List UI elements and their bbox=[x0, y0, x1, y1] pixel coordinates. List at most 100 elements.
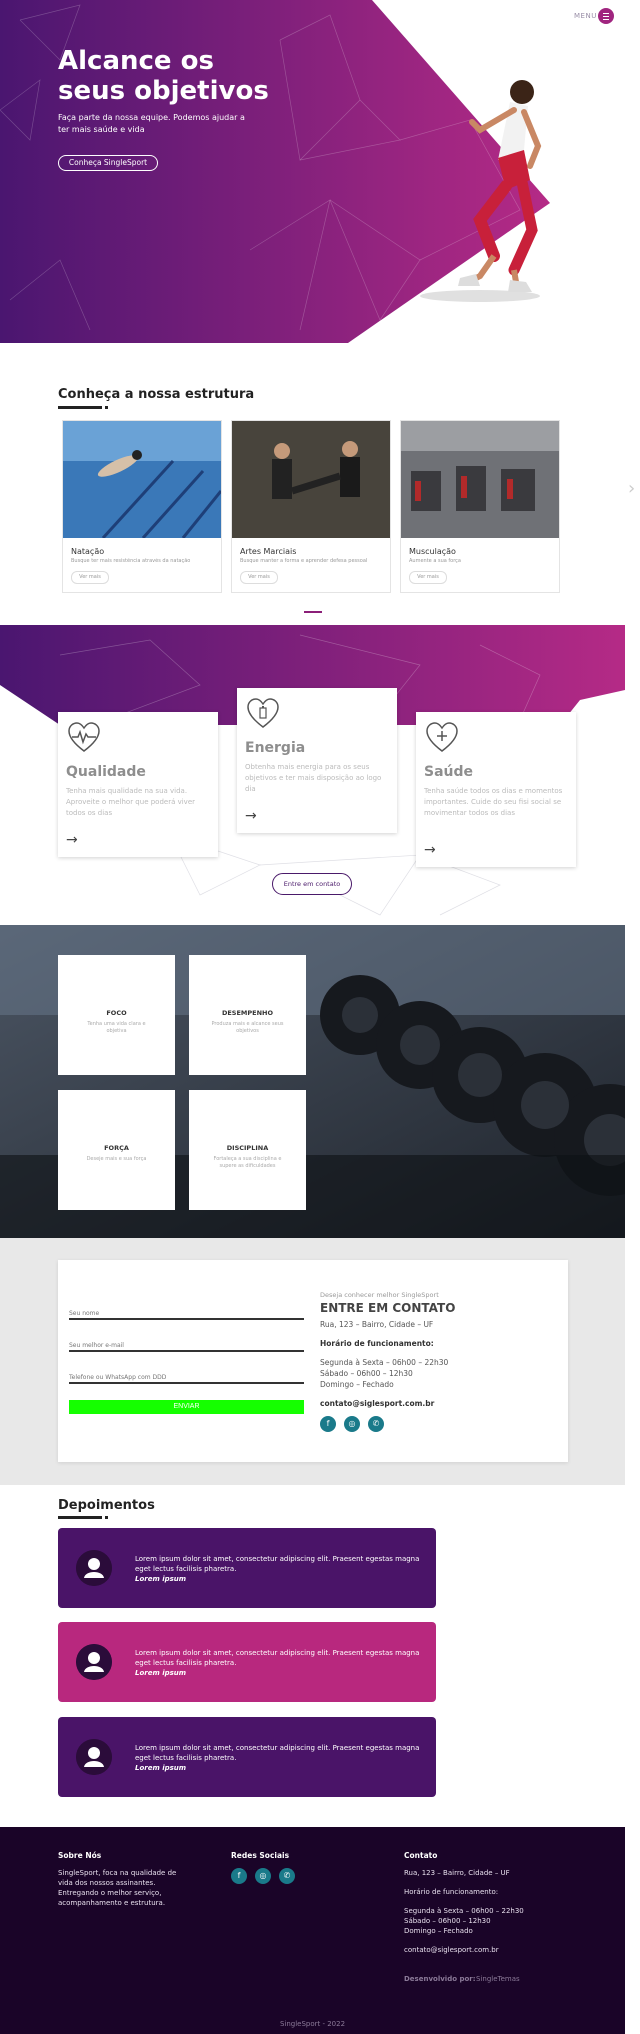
structure-card-artes-marciais: Artes Marciais Busque manter a forma e a… bbox=[231, 420, 391, 593]
feature-card-qualidade: Qualidade Tenha mais qualidade na sua vi… bbox=[58, 712, 218, 857]
card-more-button[interactable]: Ver mais bbox=[240, 571, 278, 584]
instagram-icon[interactable]: ◎ bbox=[255, 1868, 271, 1884]
title-underline-dot bbox=[105, 1516, 108, 1519]
card-more-button[interactable]: Ver mais bbox=[409, 571, 447, 584]
arrow-right-icon[interactable]: → bbox=[66, 832, 78, 848]
footer-hours-line: Domingo – Fechado bbox=[404, 1927, 473, 1935]
feature-card-energia: Energia Obtenha mais energia para os seu… bbox=[237, 688, 397, 833]
contact-section: ENVIAR Deseja conhecer melhor SingleSpor… bbox=[0, 1238, 625, 1485]
value-card-forca: FORÇA Deseje mais e sua força bbox=[58, 1090, 175, 1210]
contact-card: ENVIAR Deseja conhecer melhor SingleSpor… bbox=[58, 1260, 568, 1462]
structure-card-natacao: Natação Busque ter mais resistência atra… bbox=[62, 420, 222, 593]
hamburger-icon-line bbox=[603, 19, 609, 20]
contact-eyebrow: Deseja conhecer melhor SingleSport bbox=[320, 1291, 439, 1299]
runner-image bbox=[420, 80, 542, 302]
footer-contact-title: Contato bbox=[404, 1851, 438, 1860]
facebook-icon[interactable]: f bbox=[231, 1868, 247, 1884]
email-field[interactable] bbox=[69, 1334, 304, 1352]
arrow-right-icon[interactable]: → bbox=[424, 842, 436, 858]
feature-title: Energia bbox=[245, 740, 306, 756]
contact-us-button[interactable]: Entre em contato bbox=[272, 873, 352, 895]
hero-title: Alcance os seus objetivos bbox=[58, 46, 269, 106]
hero-subtitle: Faça parte da nossa equipe. Podemos ajud… bbox=[58, 113, 245, 134]
value-title: FOCO bbox=[106, 1009, 127, 1017]
structure-card-musculacao: Musculação Aumente a sua força Ver mais bbox=[400, 420, 560, 593]
testimonial-quote: Lorem ipsum dolor sit amet, consectetur … bbox=[135, 1744, 420, 1762]
footer-email[interactable]: contato@siglesport.com.br bbox=[404, 1945, 499, 1955]
hours-title: Horário de funcionamento: bbox=[320, 1339, 434, 1348]
title-underline bbox=[58, 406, 102, 409]
testimonial-text: Lorem ipsum dolor sit amet, consectetur … bbox=[135, 1648, 425, 1678]
heart-energy-icon bbox=[247, 698, 279, 728]
value-text: Produza mais e alcance seus objetivos bbox=[211, 1021, 284, 1034]
contact-title: ENTRE EM CONTATO bbox=[320, 1301, 456, 1315]
avatar bbox=[76, 1644, 112, 1680]
menu-button[interactable] bbox=[598, 8, 614, 24]
value-card-disciplina: DISCIPLINA Fortaleça a sua disciplina e … bbox=[189, 1090, 306, 1210]
card-description: Aumente a sua força bbox=[409, 558, 461, 564]
avatar bbox=[76, 1550, 112, 1586]
carousel-next-icon[interactable]: › bbox=[628, 478, 635, 499]
footer-hours-line: Segunda à Sexta – 06h00 – 22h30 bbox=[404, 1907, 524, 1915]
value-title: DISCIPLINA bbox=[226, 1144, 269, 1152]
footer-hours-line: Sábado – 06h00 – 12h30 bbox=[404, 1917, 491, 1925]
testimonial-card: Lorem ipsum dolor sit amet, consectetur … bbox=[58, 1622, 436, 1702]
arrow-right-icon[interactable]: → bbox=[245, 808, 257, 824]
testimonial-author: Lorem ipsum bbox=[135, 1669, 187, 1677]
swimming-image bbox=[63, 421, 221, 538]
footer-dev-label: Desenvolvido por: bbox=[404, 1975, 476, 1983]
structure-title: Conheça a nossa estrutura bbox=[58, 387, 255, 402]
feature-title: Qualidade bbox=[66, 764, 146, 780]
whatsapp-icon[interactable]: ✆ bbox=[279, 1868, 295, 1884]
card-name: Natação bbox=[71, 547, 105, 556]
feature-text: Tenha saúde todos os dias e momentos imp… bbox=[424, 787, 563, 817]
card-name: Musculação bbox=[409, 547, 456, 556]
footer-dev-name[interactable]: SingleTemas bbox=[476, 1974, 520, 1984]
card-name: Artes Marciais bbox=[240, 547, 297, 556]
title-underline-dot bbox=[105, 406, 108, 409]
testimonial-author: Lorem ipsum bbox=[135, 1575, 187, 1583]
heart-pulse-icon bbox=[68, 722, 100, 752]
avatar bbox=[76, 1739, 112, 1775]
hours-line: Segunda à Sexta – 06h00 – 22h30 bbox=[320, 1358, 449, 1367]
testimonial-text: Lorem ipsum dolor sit amet, consectetur … bbox=[135, 1554, 425, 1584]
carousel-indicator[interactable] bbox=[304, 611, 322, 613]
send-button[interactable]: ENVIAR bbox=[69, 1400, 304, 1414]
testimonials-title: Depoimentos bbox=[58, 1498, 155, 1513]
testimonial-author: Lorem ipsum bbox=[135, 1764, 187, 1772]
footer-copyright: SingleSport - 2022 bbox=[279, 2020, 346, 2028]
card-description: Busque manter a forma e aprender defesa … bbox=[240, 558, 368, 564]
footer-hours-title: Horário de funcionamento: bbox=[404, 1888, 499, 1896]
instagram-icon[interactable]: ◎ bbox=[344, 1416, 360, 1432]
footer-about-text: SingleSport, foca na qualidade de vida d… bbox=[58, 1869, 177, 1907]
phone-field[interactable] bbox=[69, 1366, 304, 1384]
gym-image bbox=[401, 421, 559, 538]
hero-section: Alcance os seus objetivos Faça parte da … bbox=[0, 0, 640, 343]
value-title: DESEMPENHO bbox=[221, 1009, 274, 1017]
value-text: Tenha uma vida clara e objetiva bbox=[87, 1021, 146, 1034]
feature-card-saude: Saúde Tenha saúde todos os dias e moment… bbox=[416, 712, 576, 867]
value-text: Fortaleça a sua disciplina e supere as d… bbox=[213, 1156, 282, 1169]
footer: Sobre Nós SingleSport, foca na qualidade… bbox=[0, 1827, 625, 2034]
footer-about-title: Sobre Nós bbox=[58, 1851, 102, 1860]
name-field[interactable] bbox=[69, 1302, 304, 1320]
hero-cta-button[interactable]: Conheça SingleSport bbox=[58, 155, 158, 171]
contact-address: Rua, 123 – Bairro, Cidade – UF bbox=[320, 1320, 434, 1329]
testimonial-quote: Lorem ipsum dolor sit amet, consectetur … bbox=[135, 1555, 420, 1573]
landing-page: Alcance os seus objetivos Faça parte da … bbox=[0, 0, 640, 2034]
heart-plus-icon bbox=[426, 722, 458, 752]
value-title: FORÇA bbox=[104, 1144, 129, 1152]
value-card-desempenho: DESEMPENHO Produza mais e alcance seus o… bbox=[189, 955, 306, 1075]
card-more-button[interactable]: Ver mais bbox=[71, 571, 109, 584]
hours-line: Domingo – Fechado bbox=[320, 1380, 394, 1389]
whatsapp-icon[interactable]: ✆ bbox=[368, 1416, 384, 1432]
footer-social-title: Redes Sociais bbox=[231, 1851, 290, 1860]
facebook-icon[interactable]: f bbox=[320, 1416, 336, 1432]
testimonial-text: Lorem ipsum dolor sit amet, consectetur … bbox=[135, 1743, 425, 1773]
title-underline bbox=[58, 1516, 102, 1519]
feature-title: Saúde bbox=[424, 764, 474, 780]
feature-text: Obtenha mais energia para os seus objeti… bbox=[245, 763, 382, 793]
contact-email[interactable]: contato@siglesport.com.br bbox=[320, 1399, 434, 1408]
hours-line: Sábado – 06h00 – 12h30 bbox=[320, 1369, 413, 1378]
value-text: Deseje mais e sua força bbox=[86, 1156, 147, 1162]
